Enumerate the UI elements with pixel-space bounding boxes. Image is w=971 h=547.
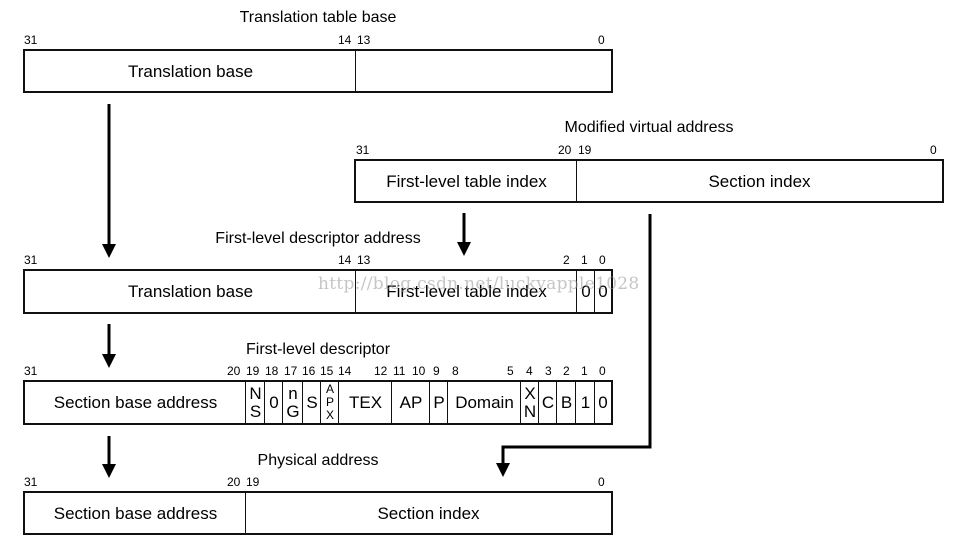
arrow-ttb-to-descriptor-address [102, 104, 116, 258]
arrow-index-to-descriptor-address [457, 213, 471, 256]
arrow-descriptor-address-to-descriptor [102, 324, 116, 368]
arrow-section-index-to-physical-address [496, 214, 652, 477]
arrow-descriptor-to-physical-address [102, 436, 116, 478]
arrows-layer [102, 104, 652, 478]
